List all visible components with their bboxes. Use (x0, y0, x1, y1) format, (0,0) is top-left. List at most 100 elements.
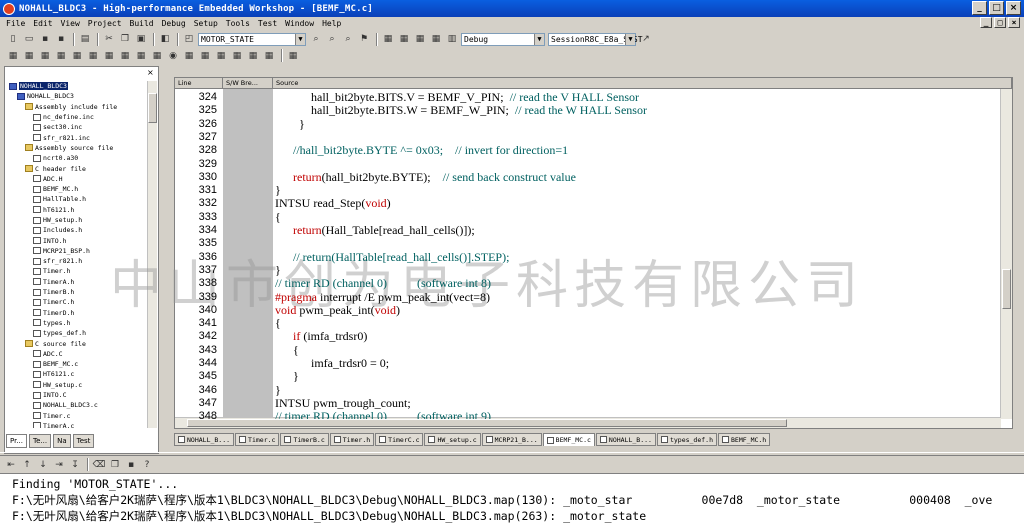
code-line[interactable]: 328 //hall_bit2byte.BYTE ^= 0x03; // inv… (175, 144, 1000, 157)
cascade-icon[interactable]: ▦ (214, 49, 228, 62)
mdi-close-button[interactable]: × (1008, 17, 1020, 28)
configuration-combo[interactable]: Debug ▼ (461, 32, 545, 46)
code-line[interactable]: 330 return(hall_bit2byte.BYTE); // send … (175, 170, 1000, 184)
minimize-button[interactable]: _ (972, 1, 987, 15)
tree-item[interactable]: TimerD.h (7, 308, 149, 318)
record-icon[interactable]: ◉ (166, 49, 180, 62)
file-tab[interactable]: Timer.h (329, 433, 375, 446)
code-line[interactable]: 340 void pwm_peak_int(void) (175, 303, 1000, 317)
search-target-icon[interactable]: ◰ (182, 33, 196, 46)
tree-item[interactable]: NOHALL_BLDC3.c (7, 400, 149, 410)
code-line[interactable]: 346} (175, 383, 1000, 397)
code-line[interactable]: 332 INTSU read_Step(void) (175, 197, 1000, 210)
code-line[interactable]: 345 } (175, 370, 1000, 383)
menu-file[interactable]: File (2, 19, 29, 28)
code-line[interactable]: 348 // timer RD (channel 0) (software int… (175, 410, 1000, 419)
tree-item[interactable]: ncrt0.a30 (7, 153, 149, 163)
uncomment-icon[interactable]: ▦ (118, 49, 132, 62)
tree-item[interactable]: Timer.h (7, 266, 149, 276)
windows-icon[interactable]: ▦ (198, 49, 212, 62)
code-line[interactable]: 343 { (175, 343, 1000, 357)
code-line[interactable]: 333 { (175, 210, 1000, 224)
print-icon[interactable]: ▤ (78, 33, 92, 46)
tree-item[interactable]: HW_setup.c (7, 380, 149, 390)
file-tab[interactable]: NOHALL_B... (174, 433, 235, 446)
menu-tools[interactable]: Tools (222, 19, 254, 28)
output-line[interactable]: F:\无叶风扇\给客户2K瑞萨\程序\版本1\BLDC3\NOHALL_BLDC… (12, 492, 992, 508)
find-in-files-icon[interactable]: ◧ (158, 33, 172, 46)
template-icon[interactable]: ▦ (134, 49, 148, 62)
macro-icon[interactable]: ▦ (150, 49, 164, 62)
code-line[interactable]: 324 hall_bit2byte.BITS.V = BEMF_V_PIN; /… (175, 90, 1000, 104)
clear-icon[interactable]: ⌫ (92, 458, 106, 471)
tree-item[interactable]: NOHALL_BLDC3 (7, 81, 149, 91)
goto-icon[interactable]: ▦ (182, 49, 196, 62)
tree-item[interactable]: Includes.h (7, 225, 149, 235)
column-sw-breakpoint[interactable]: S/W Bre... (223, 78, 273, 88)
tab-templates[interactable]: Te... (29, 434, 52, 448)
tab-test[interactable]: Test (72, 434, 95, 448)
editor-vertical-scrollbar[interactable] (1000, 89, 1012, 419)
paste-icon[interactable]: ▣ (134, 33, 148, 46)
code-line[interactable]: 325 hall_bit2byte.BITS.W = BEMF_W_PIN; /… (175, 104, 1000, 117)
tree-item[interactable]: TimerC.h (7, 297, 149, 307)
code-line[interactable]: 329 (175, 158, 1000, 171)
menu-window[interactable]: Window (281, 19, 318, 28)
code-line[interactable]: 331} (175, 183, 1000, 197)
tree-item[interactable]: ADC.C (7, 349, 149, 359)
tree-item[interactable]: C source file (7, 338, 149, 348)
code-line[interactable]: 342 if (imfa_trdsr0) (175, 330, 1000, 343)
open-folder-icon[interactable]: ▭ (22, 33, 36, 46)
code-line[interactable]: 347 INTSU pwm_trough_count; (175, 396, 1000, 410)
code-line[interactable]: 339 #pragma interrupt /E pwm_peak_int(vec… (175, 290, 1000, 304)
column-line[interactable]: Line (175, 78, 223, 88)
tree-item[interactable]: sfr_r821.inc (7, 132, 149, 142)
save-all-icon[interactable]: ▪ (54, 33, 68, 46)
rebuild-icon[interactable]: ▦ (397, 33, 411, 46)
mdi-restore-button[interactable]: □ (994, 17, 1006, 28)
code-line[interactable]: 337} (175, 263, 1000, 277)
tree-item[interactable]: types.h (7, 318, 149, 328)
code-line[interactable]: 326 } (175, 117, 1000, 131)
menu-build[interactable]: Build (126, 19, 158, 28)
output-window[interactable]: Finding 'MOTOR_STATE'... F:\无叶风扇\给客户2K瑞萨\… (0, 473, 1024, 526)
tree-scrollbar[interactable] (147, 81, 157, 428)
chevron-down-icon[interactable]: ▼ (625, 33, 635, 45)
close-icon[interactable]: × (147, 69, 156, 78)
outdent-icon[interactable]: ▦ (86, 49, 100, 62)
maximize-button[interactable]: □ (989, 1, 1004, 15)
menu-help[interactable]: Help (318, 19, 345, 28)
menu-edit[interactable]: Edit (29, 19, 56, 28)
replace-icon[interactable]: ⌕ (341, 33, 355, 46)
file-tab[interactable]: Timer.c (235, 433, 280, 446)
mdi-minimize-button[interactable]: _ (980, 17, 992, 28)
menu-debug[interactable]: Debug (158, 19, 190, 28)
copy-icon[interactable]: ❐ (108, 458, 122, 471)
tree-item[interactable]: TimerB.h (7, 287, 149, 297)
tree-item[interactable]: sfr_r821.h (7, 256, 149, 266)
file-tab[interactable]: HW_setup.c (424, 433, 481, 446)
help-icon[interactable]: ? (140, 458, 154, 471)
tree-item[interactable]: HT6121.c (7, 369, 149, 379)
output-first-icon[interactable]: ⇤ (4, 458, 18, 471)
chevron-down-icon[interactable]: ▼ (534, 33, 544, 45)
tree-item[interactable]: Assembly source file (7, 143, 149, 153)
code-line[interactable]: 334 return(Hall_Table[read_hall_cells()]… (175, 223, 1000, 237)
tree-item[interactable]: INTO.h (7, 235, 149, 245)
tree-item[interactable]: Timer.c (7, 411, 149, 421)
output-next-icon[interactable]: ↓ (36, 458, 50, 471)
tree-item[interactable]: TimerA.c (7, 421, 149, 428)
split-icon[interactable]: ▦ (246, 49, 260, 62)
tree-item[interactable]: C header file (7, 163, 149, 173)
workspace-icon[interactable]: ▦ (286, 49, 300, 62)
scroll-thumb[interactable] (148, 93, 157, 123)
tab-navigation[interactable]: Na (53, 434, 71, 448)
output-line[interactable]: Finding 'MOTOR_STATE'... (12, 476, 178, 492)
code-line[interactable]: 335 (175, 237, 1000, 250)
tree-item[interactable]: INTO.C (7, 390, 149, 400)
tree-item[interactable]: hT6121.h (7, 205, 149, 215)
tree-item[interactable]: Assembly include file (7, 102, 149, 112)
output-last-icon[interactable]: ⇥ (52, 458, 66, 471)
cut-icon[interactable]: ✂ (102, 33, 116, 46)
output-goto-icon[interactable]: ↧ (68, 458, 82, 471)
